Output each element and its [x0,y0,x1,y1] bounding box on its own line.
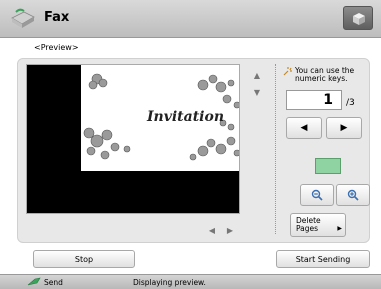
panel-divider [275,64,276,234]
numeric-keys-hint: You can use the numeric keys. [295,66,355,83]
page-title: Fax [44,10,70,25]
status-message: Displaying preview. [133,278,206,287]
zoom-in-button[interactable] [336,184,370,206]
menu-button[interactable] [343,6,373,30]
scroll-left-button[interactable]: ◀ [203,222,221,238]
delete-pages-button[interactable]: Delete Pages ▶ [290,213,346,237]
next-page-button[interactable]: ▶ [326,117,362,139]
cube-menu-icon [353,13,365,25]
start-sending-button[interactable]: Start Sending [276,250,370,268]
page-number-field[interactable]: 1 [286,90,342,110]
triangle-right-icon: ▶ [226,225,234,235]
preview-heading: <Preview> [34,43,79,52]
stop-label: Stop [74,254,94,264]
preview-invitation-text: Invitation [147,109,225,125]
scroll-up-button[interactable]: ▲ [248,67,266,83]
triangle-left-icon: ◀ [208,225,216,235]
scroll-down-button[interactable]: ▼ [248,84,266,100]
delete-pages-label: Delete Pages [296,216,321,233]
stop-button[interactable]: Stop [33,250,135,268]
send-status-icon [27,277,41,289]
status-mode: Send [44,278,63,287]
zoom-in-icon [347,189,359,201]
start-sending-label: Start Sending [295,254,351,264]
zoom-out-button[interactable] [300,184,334,206]
display-color-indicator[interactable] [315,158,341,174]
document-preview: Invitation [26,64,240,214]
submenu-arrow-icon: ▶ [337,225,342,232]
triangle-down-icon: ▼ [253,87,261,97]
triangle-left-icon: ◀ [300,123,308,133]
fax-app-icon [10,8,36,30]
title-bar: Fax [0,0,381,38]
triangle-right-icon: ▶ [340,123,348,133]
scroll-right-button[interactable]: ▶ [221,222,239,238]
triangle-up-icon: ▲ [253,70,261,80]
previous-page-button[interactable]: ◀ [286,117,322,139]
preview-black-margin-bottom [27,171,239,213]
preview-page: Invitation [81,65,239,171]
status-bar: Send Displaying preview. [0,274,381,289]
page-total-label: /3 [346,98,355,108]
zoom-out-icon [311,189,323,201]
